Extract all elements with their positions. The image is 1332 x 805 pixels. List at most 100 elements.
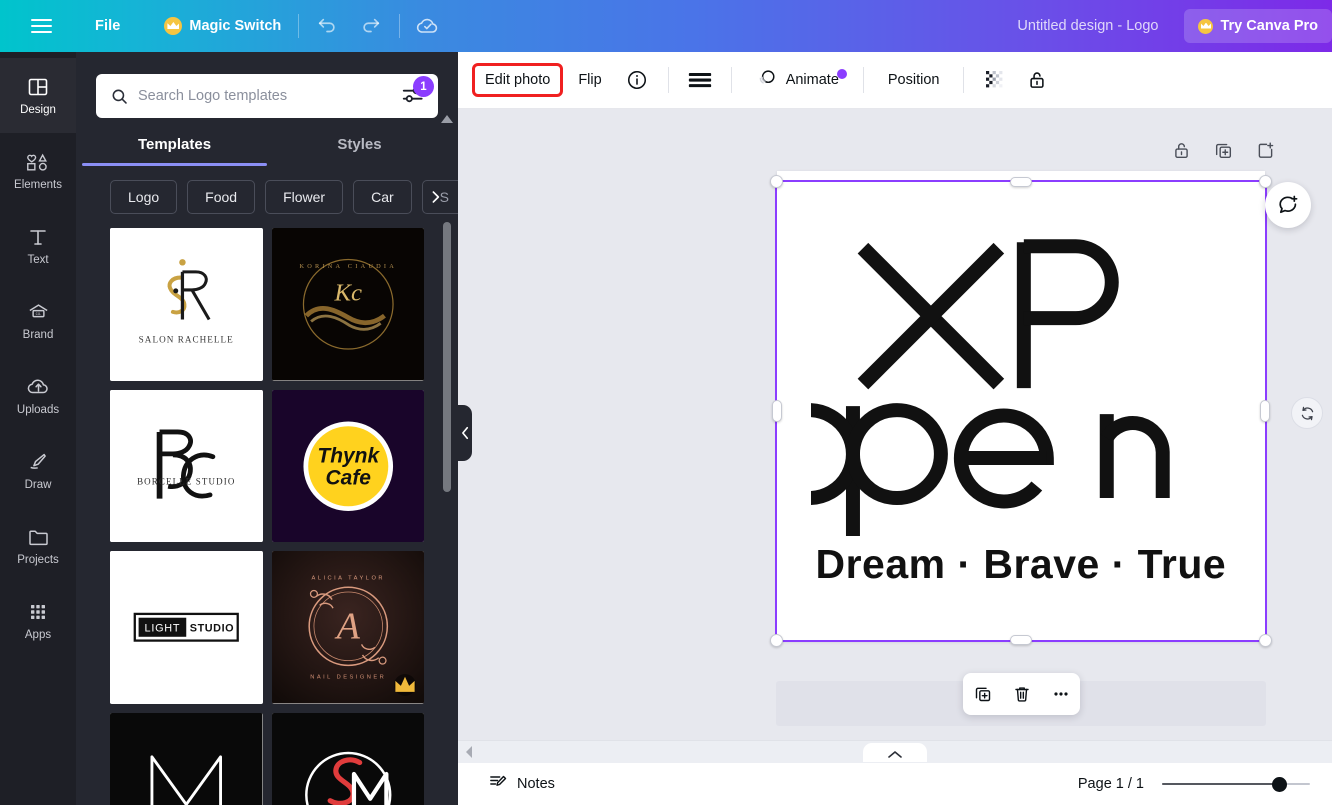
sidebar-item-elements[interactable]: Elements <box>0 133 76 208</box>
template-card-korina-ciaudia[interactable]: Kc KORINA CIAUDIA <box>272 228 425 381</box>
search-input[interactable] <box>132 88 400 104</box>
file-menu-button[interactable]: File <box>84 11 131 41</box>
flip-button[interactable]: Flip <box>565 63 614 97</box>
info-circle-icon[interactable] <box>617 60 657 100</box>
crown-icon <box>164 17 182 35</box>
sidebar-item-draw[interactable]: Draw <box>0 433 76 508</box>
animate-button[interactable]: Animate <box>743 58 852 102</box>
chip-logo[interactable]: Logo <box>110 180 177 214</box>
magic-switch-button[interactable]: Magic Switch <box>153 10 292 42</box>
header-left-group: File Magic Switch <box>0 0 450 52</box>
sidebar-item-projects[interactable]: Projects <box>0 508 76 583</box>
sidebar-label-projects: Projects <box>17 555 59 567</box>
toolbar-divider-3 <box>863 67 864 93</box>
sidebar-item-uploads[interactable]: Uploads <box>0 358 76 433</box>
template-card-sm-monogram[interactable] <box>272 713 425 805</box>
crown-icon-pro <box>1198 19 1213 34</box>
left-rail: Design Elements Text co. Brand <box>0 52 76 805</box>
sidebar-item-design[interactable]: Design <box>0 58 76 133</box>
resize-handle-left[interactable] <box>772 400 782 422</box>
tab-templates[interactable]: Templates <box>82 136 267 166</box>
svg-text:LIGHT: LIGHT <box>145 623 181 635</box>
transparency-checker-icon[interactable] <box>975 60 1015 100</box>
sidebar-label-elements: Elements <box>14 180 62 192</box>
sidebar-item-brand[interactable]: co. Brand <box>0 283 76 358</box>
notes-icon <box>488 772 508 796</box>
resize-handle-top-left[interactable] <box>770 175 783 188</box>
undo-icon[interactable] <box>308 7 346 45</box>
template-card-thynk-cafe[interactable]: Thynk Cafe <box>272 390 425 543</box>
panel-scroll-up-arrow[interactable] <box>440 112 454 124</box>
canva-editor: File Magic Switch <box>0 0 1332 805</box>
svg-text:co.: co. <box>35 311 41 316</box>
duplicate-icon-page[interactable] <box>1209 136 1237 164</box>
template-card-borcelle-studio[interactable]: BORCELLE STUDIO <box>110 390 263 543</box>
svg-text:Thynk: Thynk <box>317 444 380 467</box>
comment-add-icon[interactable] <box>1265 182 1311 228</box>
toolbar-divider-1 <box>668 67 669 93</box>
position-button[interactable]: Position <box>875 63 953 97</box>
svg-text:BORCELLE STUDIO: BORCELLE STUDIO <box>137 476 235 486</box>
design-title[interactable]: Untitled design - Logo <box>1005 11 1170 41</box>
rotate-icon[interactable] <box>1291 397 1323 429</box>
svg-text:SALON RACHELLE: SALON RACHELLE <box>139 334 234 344</box>
trash-icon[interactable] <box>1006 678 1038 710</box>
zoom-slider-knob[interactable] <box>1272 777 1287 792</box>
svg-text:A: A <box>333 606 360 648</box>
sidebar-label-uploads: Uploads <box>17 405 59 417</box>
resize-handle-bottom[interactable] <box>1010 635 1032 645</box>
sidebar-label-brand: Brand <box>23 330 54 342</box>
template-card-m-monogram[interactable] <box>110 713 263 805</box>
sidebar-item-apps[interactable]: Apps <box>0 583 76 658</box>
svg-text:Cafe: Cafe <box>325 466 371 489</box>
cloud-check-icon[interactable] <box>409 7 447 45</box>
resize-handle-right[interactable] <box>1260 400 1270 422</box>
template-card-alicia-taylor[interactable]: A ALICIA TAYLOR NAIL DESIGNER <box>272 551 425 704</box>
resize-handle-top-right[interactable] <box>1259 175 1272 188</box>
top-header: File Magic Switch <box>0 0 1332 52</box>
redo-icon[interactable] <box>352 7 390 45</box>
lock-open-icon-page[interactable] <box>1167 136 1195 164</box>
chip-flower[interactable]: Flower <box>265 180 343 214</box>
element-float-toolbar <box>963 673 1080 715</box>
template-card-light-studio[interactable]: LIGHT STUDIO <box>110 551 263 704</box>
pro-crown-badge <box>394 674 416 696</box>
header-divider <box>298 14 299 38</box>
zoom-slider[interactable] <box>1162 776 1310 792</box>
sidebar-item-text[interactable]: Text <box>0 208 76 283</box>
edit-photo-button[interactable]: Edit photo <box>472 63 563 97</box>
template-card-salon-rachelle[interactable]: SALON RACHELLE <box>110 228 263 381</box>
resize-handle-bottom-left[interactable] <box>770 634 783 647</box>
sidebar-label-draw: Draw <box>25 480 52 492</box>
panel-collapse-button[interactable] <box>458 405 472 461</box>
hamburger-icon[interactable] <box>20 0 62 52</box>
try-canva-pro-button[interactable]: Try Canva Pro <box>1184 9 1332 43</box>
filter-count-badge: 1 <box>413 76 434 97</box>
animate-label: Animate <box>786 72 839 88</box>
sidebar-label-text: Text <box>27 255 48 267</box>
design-page[interactable]: Dream · Brave · True <box>777 171 1265 641</box>
chip-food[interactable]: Food <box>187 180 255 214</box>
sidebar-label-apps: Apps <box>25 630 51 642</box>
category-chips: Logo Food Flower Car S <box>76 166 458 228</box>
panel-scrollbar-thumb[interactable] <box>443 222 451 492</box>
duplicate-icon-element[interactable] <box>967 678 999 710</box>
lock-open-icon[interactable] <box>1017 60 1057 100</box>
chevron-right-icon[interactable] <box>427 189 444 206</box>
add-page-icon[interactable] <box>1251 136 1279 164</box>
search-box[interactable]: 1 <box>96 74 438 118</box>
more-dots-icon[interactable] <box>1045 678 1077 710</box>
svg-text:Kc: Kc <box>333 279 362 306</box>
notes-button[interactable]: Notes <box>480 766 563 802</box>
filter-sliders-icon[interactable]: 1 <box>400 82 428 110</box>
panel-tabs: Templates Styles <box>76 136 458 166</box>
templates-panel: 1 Templates Styles Logo Food Flower Car … <box>76 52 458 805</box>
pages-collapse-tab[interactable] <box>863 743 927 762</box>
tab-styles[interactable]: Styles <box>267 136 452 166</box>
page-indicator[interactable]: Page 1 / 1 <box>1078 776 1144 792</box>
resize-handle-top[interactable] <box>1010 177 1032 187</box>
resize-handle-bottom-right[interactable] <box>1259 634 1272 647</box>
chip-car[interactable]: Car <box>353 180 412 214</box>
try-pro-label: Try Canva Pro <box>1220 18 1318 34</box>
align-lines-icon[interactable] <box>680 60 720 100</box>
